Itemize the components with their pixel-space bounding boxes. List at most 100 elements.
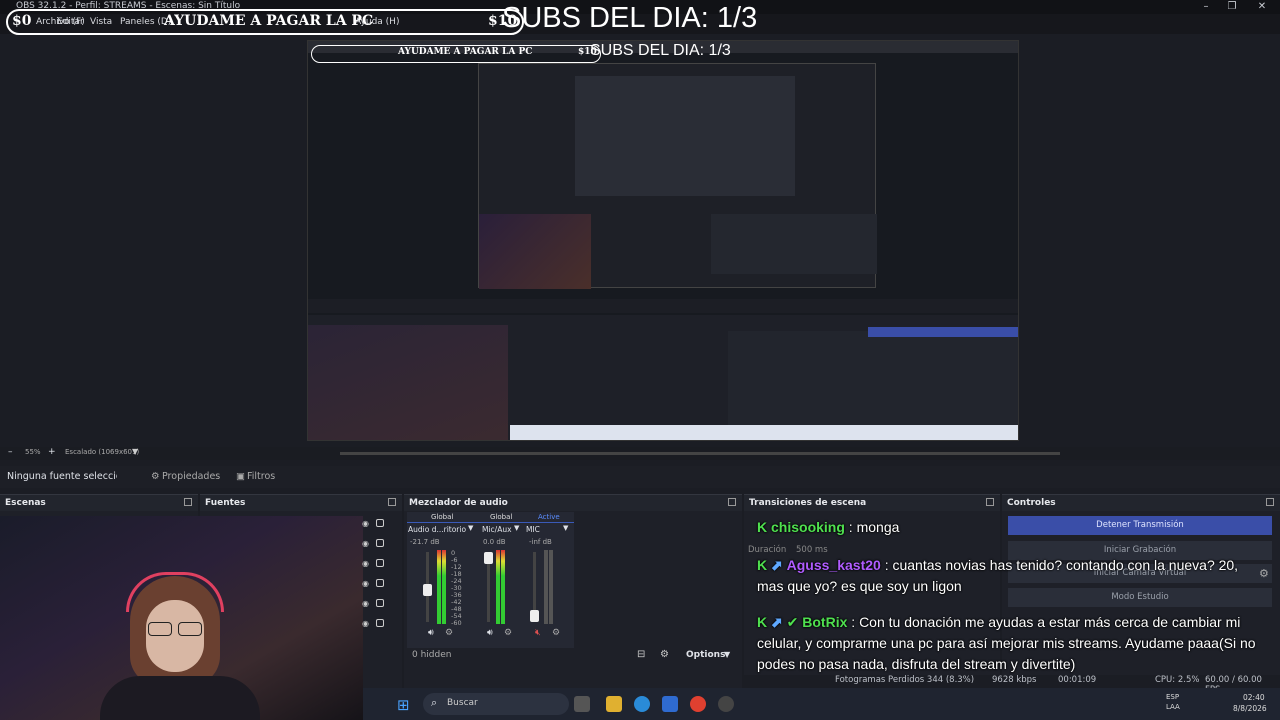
explorer-icon[interactable] xyxy=(606,696,622,712)
fader-desktop[interactable] xyxy=(423,584,432,596)
nested-stop-button xyxy=(868,327,1018,337)
eye-icon[interactable]: ◉ xyxy=(362,599,369,608)
lock-icon[interactable] xyxy=(376,559,384,567)
nested-goal-title: AYUDAME A PAGAR LA PC xyxy=(398,47,533,57)
search-placeholder: Buscar xyxy=(447,698,478,708)
preview-canvas[interactable]: AYUDAME A PAGAR LA PC $10 SUBS DEL DIA: … xyxy=(307,40,1019,441)
mixer-options-button[interactable]: Options xyxy=(686,650,725,660)
mixer-tab-active[interactable]: Active xyxy=(538,513,560,521)
gear-icon: ⚙ xyxy=(151,471,160,482)
taskview-icon[interactable] xyxy=(574,696,590,712)
gear-icon[interactable]: ⚙ xyxy=(552,628,560,638)
horizontal-scrollbar[interactable] xyxy=(340,452,1060,455)
meter-desktop-r xyxy=(442,550,446,624)
speaker-icon[interactable]: 🔊︎ xyxy=(428,628,434,638)
source-toolbar: Ninguna fuente seleccionada ⚙ Propiedade… xyxy=(0,466,1280,488)
fader-mic-aux[interactable] xyxy=(484,552,493,564)
mixer-settings-icon[interactable]: ⚙ xyxy=(660,649,669,660)
gear-icon[interactable]: ⚙ xyxy=(445,628,453,638)
scale-select[interactable]: Escalado (1069x601) xyxy=(65,448,139,456)
sources-header: Fuentes xyxy=(200,495,402,511)
lock-icon[interactable] xyxy=(376,599,384,607)
lock-icon[interactable] xyxy=(376,519,384,527)
meter-mic-r xyxy=(549,550,553,624)
dock-float-icon[interactable] xyxy=(986,498,994,506)
dock-float-icon[interactable] xyxy=(184,498,192,506)
duration-value[interactable]: 500 ms xyxy=(796,545,828,555)
minimize-button[interactable]: – xyxy=(1192,0,1220,14)
chat-user: BotRix xyxy=(802,614,848,630)
filters-button[interactable]: Filtros xyxy=(247,471,275,482)
language-1[interactable]: ESP xyxy=(1166,693,1179,701)
store-icon[interactable] xyxy=(662,696,678,712)
webcam-feed xyxy=(0,516,363,720)
windows-start-icon[interactable]: ⊞ xyxy=(397,696,410,714)
dock-float-icon[interactable] xyxy=(1266,498,1274,506)
scenes-header: Escenas xyxy=(0,495,198,511)
nested-webcam xyxy=(479,214,591,289)
close-button[interactable]: ✕ xyxy=(1248,0,1276,14)
channel-desktop-db: -21.7 dB xyxy=(410,538,440,546)
lock-icon[interactable] xyxy=(376,619,384,627)
lock-icon[interactable] xyxy=(376,579,384,587)
channel-mic-dropdown-icon[interactable]: ▼ xyxy=(563,524,568,532)
channel-desktop-dropdown-icon[interactable]: ▼ xyxy=(468,524,473,532)
obs-icon[interactable] xyxy=(718,696,734,712)
goal-current: $0 xyxy=(12,13,32,29)
nested-preview xyxy=(478,63,877,289)
taskbar-search[interactable]: ⌕ Buscar xyxy=(423,693,569,715)
eye-icon[interactable]: ◉ xyxy=(362,619,369,628)
eye-icon[interactable]: ◉ xyxy=(362,539,369,548)
mixer-tab-global-2[interactable]: Global xyxy=(490,513,512,521)
edge-icon[interactable] xyxy=(634,696,650,712)
chrome-icon[interactable] xyxy=(690,696,706,712)
options-dropdown-icon[interactable]: ▼ xyxy=(724,650,730,659)
eye-icon[interactable]: ◉ xyxy=(362,519,369,528)
clock[interactable]: 02:40 xyxy=(1243,693,1265,702)
eye-icon[interactable]: ◉ xyxy=(362,579,369,588)
sub-badge-icon: ⬈ xyxy=(771,557,783,573)
duration-label: Duración xyxy=(748,545,787,555)
hidden-count[interactable]: 0 hidden xyxy=(412,650,451,660)
channel-desktop-name: Audio d...ritorio xyxy=(408,525,467,534)
zoom-level: 55% xyxy=(25,448,41,456)
chat-text: monga xyxy=(856,519,900,535)
channel-mic-aux-dropdown-icon[interactable]: ▼ xyxy=(514,524,519,532)
mixer-layout-icon[interactable]: ⊟ xyxy=(637,649,645,660)
kick-icon: K xyxy=(757,519,768,535)
channel-mic-aux-db: 0.0 dB xyxy=(483,538,506,546)
maximize-button[interactable]: ❐ xyxy=(1218,0,1246,14)
stream-time: 00:01:09 xyxy=(1058,675,1097,685)
fader-mic[interactable] xyxy=(530,610,539,622)
nested-subs: SUBS DEL DIA: 1/3 xyxy=(590,42,731,59)
speaker-icon[interactable]: 🔊︎ xyxy=(487,628,493,638)
cpu-usage: CPU: 2.5% xyxy=(1155,675,1200,685)
eye-icon[interactable]: ◉ xyxy=(362,559,369,568)
stop-stream-button[interactable]: Detener Transmisión xyxy=(1008,516,1272,535)
channel-mic-aux-name: Mic/Aux xyxy=(482,525,512,534)
meter-desktop-l xyxy=(437,550,441,624)
verified-icon: ✔ xyxy=(786,614,799,630)
kick-icon: K xyxy=(757,614,768,630)
zoom-in-button[interactable]: + xyxy=(48,447,56,457)
scale-dropdown-icon[interactable]: ▼ xyxy=(132,447,138,456)
mixer-header: Mezclador de audio xyxy=(404,495,742,511)
nested-taskbar xyxy=(510,425,1018,440)
bitrate: 9628 kbps xyxy=(992,675,1037,685)
bot-badge-icon: ⬈ xyxy=(771,614,783,630)
search-icon: ⌕ xyxy=(431,696,438,709)
nested-chat xyxy=(711,214,877,274)
properties-button[interactable]: Propiedades xyxy=(162,471,220,482)
date[interactable]: 8/8/2026 xyxy=(1233,704,1267,713)
chat-message: K chisooking : monga xyxy=(757,519,900,535)
zoom-out-button[interactable]: – xyxy=(8,447,13,457)
dock-float-icon[interactable] xyxy=(728,498,736,506)
transitions-header: Transiciones de escena xyxy=(744,495,1000,511)
dock-float-icon[interactable] xyxy=(388,498,396,506)
lock-icon[interactable] xyxy=(376,539,384,547)
language-2[interactable]: LAA xyxy=(1166,703,1180,711)
streamer-body xyxy=(100,676,260,720)
mixer-tab-global[interactable]: Global xyxy=(431,513,453,521)
muted-speaker-icon[interactable]: 🔇︎ xyxy=(535,628,541,638)
gear-icon[interactable]: ⚙ xyxy=(504,628,512,638)
